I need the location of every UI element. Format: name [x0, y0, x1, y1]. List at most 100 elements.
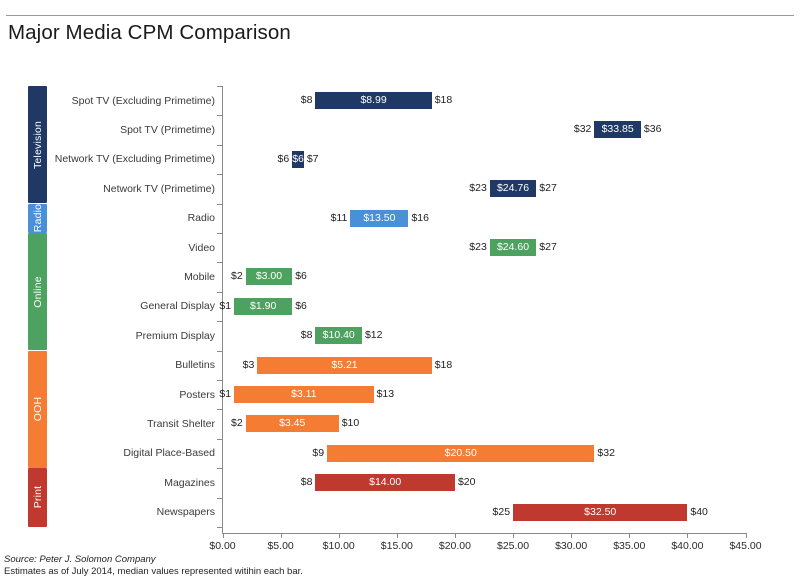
bar-median-label: $1.90	[250, 299, 277, 312]
bar-row[interactable]: $3.00 $2 $6	[0, 268, 800, 286]
bar-high-label: $7	[306, 152, 319, 165]
bar-median-label: $3.11	[291, 388, 317, 400]
bar[interactable]: $14.00	[315, 474, 455, 492]
y-axis-tick	[217, 409, 222, 410]
bar-row[interactable]: $10.40 $8 $12	[0, 327, 800, 345]
bar-row[interactable]: $33.85 $32 $36	[0, 121, 800, 139]
bar-low-label: $2	[231, 417, 243, 430]
bar-median-label: $13.50	[363, 211, 396, 224]
x-axis-tick	[455, 533, 456, 538]
bar-median-label: $8.99	[360, 94, 387, 106]
x-axis-tick	[513, 533, 514, 538]
y-axis-tick	[217, 351, 222, 352]
bar[interactable]: $5.21	[257, 356, 432, 374]
x-axis-tick	[571, 533, 572, 538]
y-axis-tick	[217, 292, 222, 293]
bar-median-label: $5.21	[331, 358, 358, 371]
bar-median-label: $20.50	[444, 446, 477, 459]
x-axis-tick-label: $0.00	[209, 540, 236, 552]
x-axis-tick-label: $5.00	[267, 540, 294, 552]
bar[interactable]: $1.90	[234, 297, 293, 315]
y-axis-tick	[217, 439, 222, 440]
bar-high-label: $6	[295, 299, 307, 312]
bar-low-label: $6	[277, 152, 290, 165]
bar[interactable]: $20.50	[327, 444, 595, 462]
bar[interactable]: $6.92	[292, 150, 319, 168]
bar-row[interactable]: $3.11 $1 $13	[0, 386, 800, 403]
bar-median-label: $3.00	[255, 270, 283, 283]
x-axis-tick-label: $10.00	[322, 540, 355, 552]
bar-high-label: $32	[597, 446, 615, 459]
x-axis-tick-label: $40.00	[671, 540, 704, 552]
chart-plot-area: Television Radio Online OOH Print Spot TV (E…	[0, 0, 800, 582]
bar-low-label: $32	[573, 123, 592, 136]
bar-low-label: $23	[469, 241, 487, 253]
y-axis-tick	[217, 380, 222, 381]
bar-high-label: $27	[539, 182, 557, 195]
x-axis-tick	[281, 533, 282, 538]
bar[interactable]: $3.11	[234, 386, 374, 403]
bar-low-label: $9	[312, 446, 325, 459]
bar[interactable]: $24.76	[489, 180, 537, 198]
bar-low-label: $11	[330, 211, 348, 224]
bar-low-label: $2	[231, 270, 243, 283]
bar-median-label: $24.60	[496, 241, 530, 253]
bar-high-label: $20	[457, 476, 476, 489]
x-axis-line	[222, 533, 746, 534]
bar-row[interactable]: $32.50 $25 $40	[0, 503, 800, 521]
bar[interactable]: $3.00	[245, 268, 293, 286]
bar[interactable]: $8.99	[315, 92, 432, 109]
bar-median-label: $14.00	[369, 476, 402, 489]
bar-row[interactable]: $5.21 $3 $18	[0, 356, 800, 374]
x-axis-tick	[339, 533, 340, 538]
bar-row[interactable]: $14.00 $8 $20	[0, 474, 800, 492]
y-axis-tick	[217, 262, 222, 263]
y-axis-tick	[217, 86, 222, 87]
bar-high-label: $27	[539, 241, 557, 253]
bar-median-label: $32.50	[584, 505, 617, 518]
y-axis-tick	[217, 321, 222, 322]
bar[interactable]: $24.60	[489, 239, 537, 256]
bar[interactable]: $32.50	[513, 503, 688, 521]
bar-high-label: $16	[411, 211, 429, 224]
bar[interactable]: $13.50	[350, 209, 409, 227]
footnote-note: Estimates as of July 2014, median values…	[4, 565, 303, 577]
bar-low-label: $8	[300, 329, 313, 342]
chart-footnotes: Source: Peter J. Solomon Company Estimat…	[4, 554, 704, 577]
bar-low-label: $3	[242, 358, 255, 371]
y-axis-tick	[217, 115, 222, 116]
bar[interactable]: $3.45	[245, 415, 339, 433]
y-axis-tick	[217, 527, 222, 528]
x-axis-tick-label: $20.00	[438, 540, 471, 552]
bar-high-label: $12	[364, 329, 383, 342]
bar[interactable]: $33.85	[594, 121, 641, 139]
bar[interactable]: $10.40	[315, 327, 362, 345]
bar-low-label: $23	[469, 182, 487, 195]
bar-row[interactable]: $20.50 $9 $32	[0, 444, 800, 462]
bar-row[interactable]: $24.60 $23 $27	[0, 239, 800, 256]
bar-low-label: $1	[219, 388, 232, 400]
bar-low-label: $8	[300, 94, 313, 106]
y-axis-tick	[217, 204, 222, 205]
x-axis-tick-label: $35.00	[613, 540, 646, 552]
bar-row[interactable]: $3.45 $2 $10	[0, 415, 800, 433]
x-axis-tick	[687, 533, 688, 538]
bar-row[interactable]: $24.76 $23 $27	[0, 180, 800, 198]
bar-high-label: $6	[295, 270, 307, 283]
bar-high-label: $13	[376, 388, 395, 400]
bar-row[interactable]: $8.99 $8 $18	[0, 92, 800, 109]
bar-median-label: $3.45	[279, 417, 306, 430]
bar-high-label: $10	[341, 417, 360, 430]
bar-row[interactable]: $13.50 $11 $16	[0, 209, 800, 227]
bar-row[interactable]: $1.90 $1 $6	[0, 297, 800, 315]
bar-high-label: $40	[690, 505, 708, 518]
bar-median-label: $6.92	[292, 152, 319, 165]
bar-low-label: $8	[300, 476, 313, 489]
x-axis-tick-label: $25.00	[496, 540, 530, 552]
bar-high-label: $18	[434, 358, 453, 371]
bar-row[interactable]: $6.92 $6 $7	[0, 150, 800, 168]
x-axis-tick-label: $45.00	[729, 540, 762, 552]
x-axis-tick-label: $15.00	[380, 540, 413, 552]
y-axis-tick	[217, 233, 222, 234]
bar-high-label: $36	[643, 123, 662, 136]
